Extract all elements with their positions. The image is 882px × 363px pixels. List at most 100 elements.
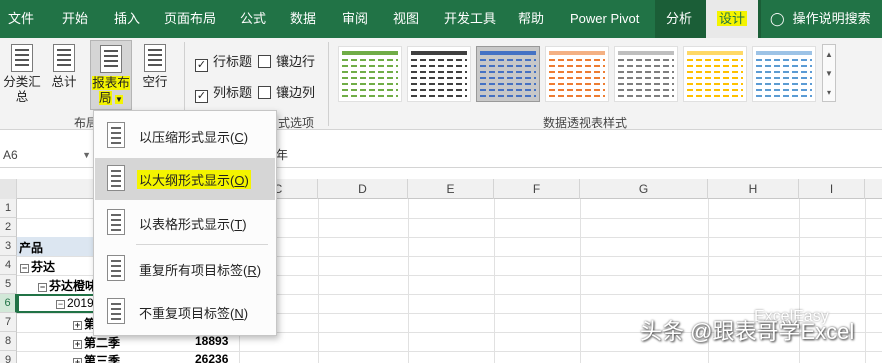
swatch-line — [411, 95, 467, 97]
pivot-style-swatch[interactable] — [476, 46, 540, 102]
swatch-line — [480, 65, 536, 67]
pivot-row-item[interactable]: − 芬达 — [20, 258, 55, 275]
swatch-line — [549, 89, 605, 91]
tab-formulas[interactable]: 公式 — [240, 0, 266, 38]
row-header[interactable]: 7 — [0, 313, 17, 332]
menu-item-compact-form[interactable]: 以压缩形式显示(C) — [95, 115, 275, 157]
pivot-style-swatch[interactable] — [338, 46, 402, 102]
subtotals-button[interactable]: 分类汇 总 — [2, 44, 42, 105]
menu-item-label: 以压缩形式显示(C) — [139, 130, 249, 145]
no-repeat-labels-icon — [107, 298, 125, 324]
column-header-e[interactable]: E — [408, 179, 494, 199]
blank-rows-button[interactable]: 空行 — [138, 44, 172, 90]
swatch-line — [687, 83, 743, 85]
swatch-line — [756, 71, 812, 73]
tab-data[interactable]: 数据 — [290, 0, 316, 38]
pivot-style-swatch[interactable] — [545, 46, 609, 102]
swatch-line — [480, 95, 536, 97]
row-header[interactable]: 9 — [0, 351, 17, 363]
tab-view[interactable]: 视图 — [393, 0, 419, 38]
row-header-selected[interactable]: 6 — [0, 294, 17, 313]
swatch-line — [549, 71, 605, 73]
chevron-down-icon[interactable]: ▼ — [82, 145, 91, 165]
column-header-f[interactable]: F — [494, 179, 580, 199]
tab-analyze[interactable]: 分析 — [666, 0, 692, 38]
formula-input[interactable]: 年 — [276, 145, 288, 165]
tab-help[interactable]: 帮助 — [518, 0, 544, 38]
expand-icon[interactable]: + — [73, 358, 82, 363]
check-icon: ✓ — [195, 59, 208, 72]
row-header[interactable]: 3 — [0, 237, 17, 256]
pivot-value-cell[interactable]: 18893 — [195, 334, 228, 348]
pivot-row-item[interactable]: − 芬达橙味 — [38, 277, 97, 294]
pivot-row-item[interactable]: + 第三季 — [73, 352, 120, 363]
tab-insert[interactable]: 插入 — [114, 0, 140, 38]
tab-power-pivot[interactable]: Power Pivot — [570, 0, 639, 38]
tab-home[interactable]: 开始 — [62, 0, 88, 38]
tab-review[interactable]: 审阅 — [342, 0, 368, 38]
pivot-style-swatch[interactable] — [407, 46, 471, 102]
style-options-group-label: 式选项 — [278, 116, 315, 130]
grand-totals-button[interactable]: 总计 — [46, 44, 82, 90]
column-headers-checkbox[interactable]: ✓ 列标题 — [195, 82, 252, 103]
gridline — [408, 199, 409, 363]
row-header[interactable]: 5 — [0, 275, 17, 294]
banded-rows-checkbox[interactable]: 镶边行 — [258, 51, 315, 70]
tab-developer[interactable]: 开发工具 — [444, 0, 496, 38]
swatch-line — [756, 77, 812, 79]
swatch-line — [480, 77, 536, 79]
swatch-line — [342, 83, 398, 85]
menu-item-repeat-labels[interactable]: 重复所有项目标签(R) — [95, 248, 275, 290]
row-headers-checkbox[interactable]: ✓ 行标题 — [195, 51, 252, 72]
tab-file[interactable]: 文件 — [8, 0, 34, 38]
row-header[interactable]: 4 — [0, 256, 17, 275]
menu-item-no-repeat-labels[interactable]: 不重复项目标签(N) — [95, 291, 275, 333]
column-header-i[interactable]: I — [799, 179, 865, 199]
swatch-line — [342, 51, 398, 55]
swatch-line — [756, 59, 812, 61]
more-icon[interactable]: ▾ — [823, 83, 835, 102]
pivot-value-cell[interactable]: 26236 — [195, 352, 228, 363]
column-header-d[interactable]: D — [318, 179, 408, 199]
chevron-up-icon[interactable]: ▲ — [823, 45, 835, 64]
checkbox-box — [258, 86, 271, 99]
tab-design[interactable]: 设计 — [706, 0, 758, 38]
swatch-line — [618, 65, 674, 67]
column-header-h[interactable]: H — [708, 179, 799, 199]
collapse-icon[interactable]: − — [56, 300, 65, 309]
chevron-down-icon[interactable]: ▼ — [823, 64, 835, 83]
column-header-g[interactable]: G — [580, 179, 708, 199]
row-header[interactable]: 2 — [0, 218, 17, 237]
tell-me-search[interactable]: ◯ 操作说明搜索 — [770, 0, 871, 38]
pivot-style-swatch[interactable] — [683, 46, 747, 102]
row-header[interactable]: 1 — [0, 199, 17, 218]
pivot-style-swatch[interactable] — [752, 46, 816, 102]
gallery-scroll[interactable]: ▲ ▼ ▾ — [822, 44, 836, 102]
pivot-style-swatch[interactable] — [614, 46, 678, 102]
tab-page-layout[interactable]: 页面布局 — [164, 0, 216, 38]
select-all-corner[interactable] — [0, 179, 17, 199]
menu-item-outline-form[interactable]: 以大纲形式显示(O) — [95, 158, 275, 200]
report-layout-label: 报表布 局 — [92, 76, 130, 105]
pivot-header-product[interactable]: 产品 — [19, 239, 43, 256]
report-layout-button[interactable]: 报表布 局 ▼ — [90, 40, 132, 110]
banded-columns-checkbox[interactable]: 镶边列 — [258, 82, 315, 101]
menu-item-label: 不重复项目标签(N) — [139, 306, 249, 321]
pivot-row-item[interactable]: + 第二季 — [73, 334, 120, 351]
menu-item-tabular-form[interactable]: 以表格形式显示(T) — [95, 202, 275, 244]
row-header[interactable]: 8 — [0, 332, 17, 351]
collapse-icon[interactable]: − — [20, 264, 29, 273]
gridline — [17, 351, 882, 352]
expand-icon[interactable]: + — [73, 340, 82, 349]
swatch-line — [480, 71, 536, 73]
subtotals-icon — [11, 44, 33, 72]
pivot-row-item[interactable]: −2019 — [56, 296, 94, 310]
swatch-line — [618, 83, 674, 85]
expand-icon[interactable]: + — [73, 321, 82, 330]
row-headers-label: 行标题 — [213, 54, 253, 69]
name-box[interactable]: A6 ▼ — [0, 145, 96, 165]
swatch-line — [411, 65, 467, 67]
blank-rows-label: 空行 — [142, 75, 168, 89]
menu-item-label: 以表格形式显示(T) — [139, 217, 247, 232]
collapse-icon[interactable]: − — [38, 283, 47, 292]
